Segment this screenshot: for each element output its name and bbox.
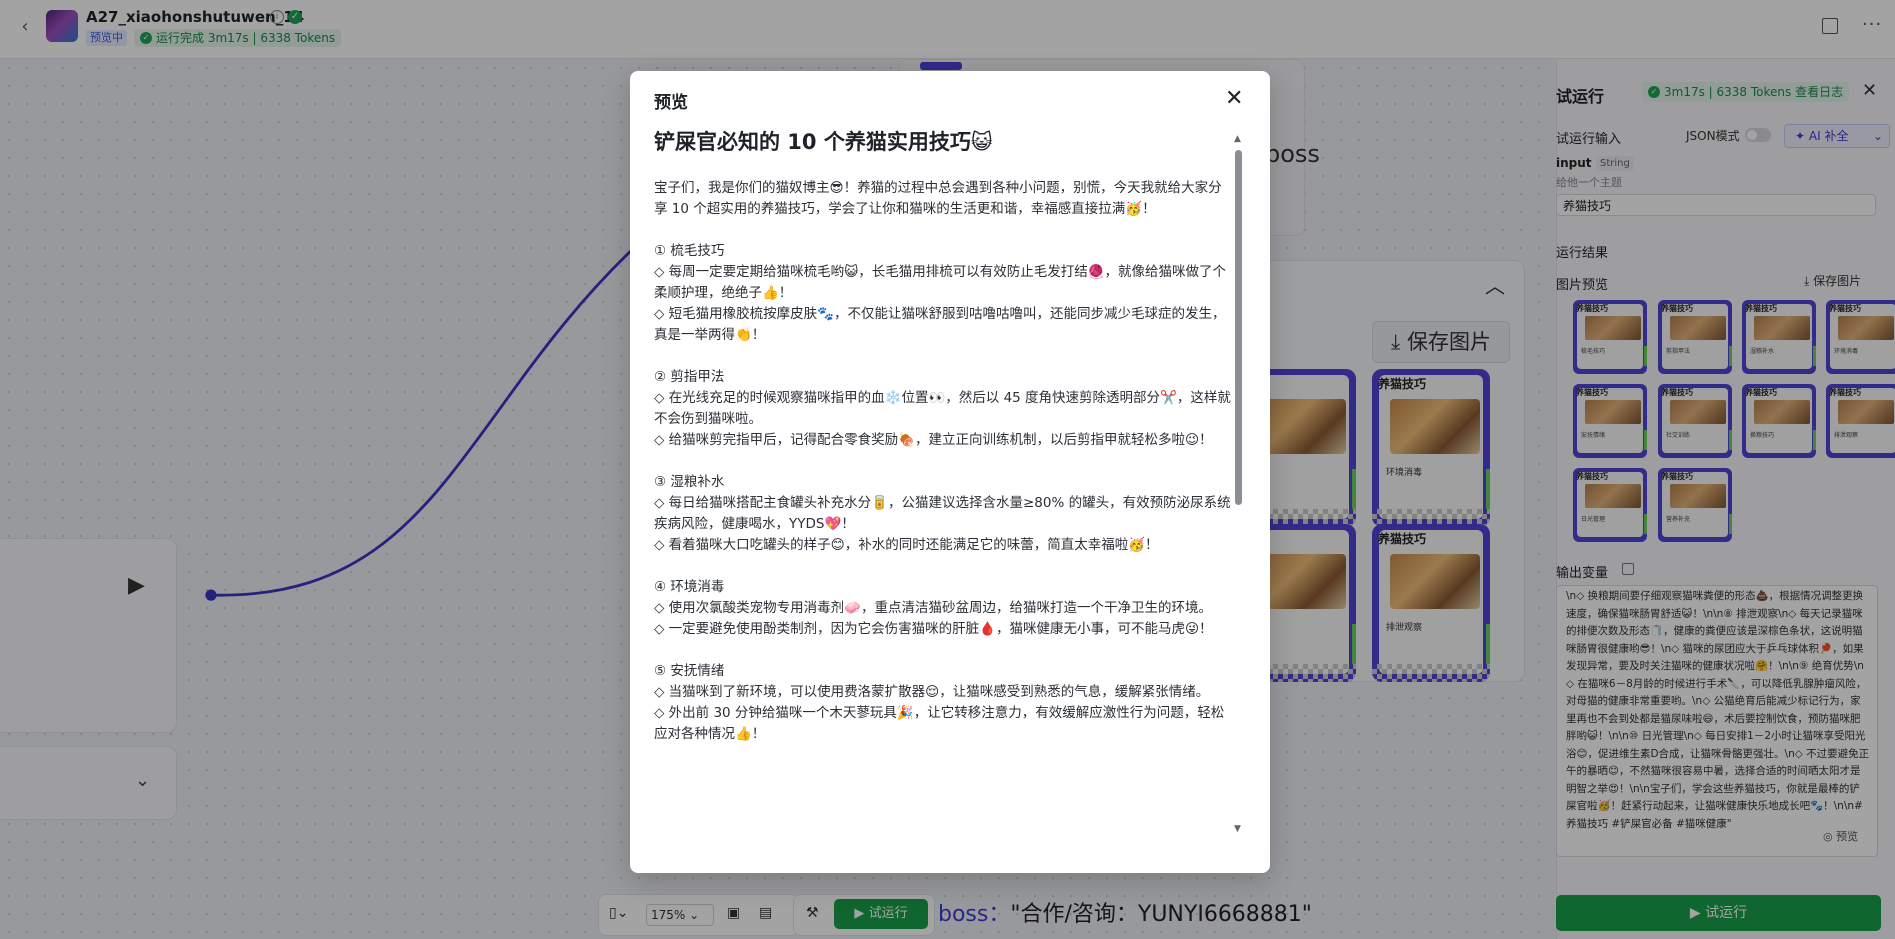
document-paragraph: ◇ 在光线充足的时候观察猫咪指甲的血❄️位置👀，然后以 45 度角快速剪除透明部… [654,390,1231,427]
paragraph-spacer [654,556,1232,577]
document-paragraph: ◇ 给猫咪剪完指甲后，记得配合零食奖励🍖，建立正向训练机制，以后剪指甲就轻松多啦… [654,432,1213,448]
document-paragraph: ◇ 使用次氯酸类宠物专用消毒剂🧼，重点清洁猫砂盆周边，给猫咪打造一个干净卫生的环… [654,600,1212,616]
document-paragraph: ◇ 短毛猫用橡胶梳按摩皮肤🐾，不仅能让猫咪舒服到咕噜咕噜叫，还能同步减少毛球症的… [654,306,1226,343]
scroll-up-arrow-icon[interactable]: ▲ [1234,134,1241,144]
document-paragraph: ② 剪指甲法 [654,369,725,385]
paragraph-spacer [654,451,1232,472]
document-paragraph: ③ 湿粮补水 [654,474,725,490]
scrollbar-thumb[interactable] [1235,150,1242,505]
document-paragraph: ◇ 每日给猫咪搭配主食罐头补充水分🥫，公猫建议选择含水量≥80% 的罐头，有效预… [654,495,1231,532]
scroll-down-arrow-icon[interactable]: ▼ [1234,824,1241,834]
close-icon[interactable]: ✕ [1225,86,1243,111]
paragraph-spacer [654,346,1232,367]
document-paragraph: ◇ 当猫咪到了新环境，可以使用费洛蒙扩散器😌，让猫咪感受到熟悉的气息，缓解紧张情… [654,684,1210,700]
document-paragraph: ④ 环境消毒 [654,579,725,595]
document-paragraph: ◇ 外出前 30 分钟给猫咪一个木天蓼玩具🎉，让它转移注意力，有效缓解应激性行为… [654,705,1225,742]
document-paragraph: ⑤ 安抚情绪 [654,663,725,679]
document-paragraph: ◇ 看着猫咪大口吃罐头的样子😊，补水的同时还能满足它的味蕾，简直太幸福啦🥳！ [654,537,1159,553]
document-body: 宝子们，我是你们的猫奴博主😎！养猫的过程中总会遇到各种小问题，别慌，今天我就给大… [654,178,1232,745]
paragraph-spacer [654,220,1232,241]
document-paragraph: ① 梳毛技巧 [654,243,725,259]
modal-content[interactable]: 铲屎官必知的 10 个养猫实用技巧😺 宝子们，我是你们的猫奴博主😎！养猫的过程中… [654,122,1232,834]
document-heading: 铲屎官必知的 10 个养猫实用技巧😺 [654,130,993,154]
document-paragraph: 宝子们，我是你们的猫奴博主😎！养猫的过程中总会遇到各种小问题，别慌，今天我就给大… [654,180,1222,217]
modal-title: 预览 [654,93,688,113]
paragraph-spacer [654,640,1232,661]
document-paragraph: ◇ 一定要避免使用酚类制剂，因为它会伤害猫咪的肝脏🩸，猫咪健康无小事，可不能马虎… [654,621,1213,637]
document-paragraph: ◇ 每周一定要定期给猫咪梳毛哟😺，长毛猫用排梳可以有效防止毛发打结🧶，就像给猫咪… [654,264,1227,301]
